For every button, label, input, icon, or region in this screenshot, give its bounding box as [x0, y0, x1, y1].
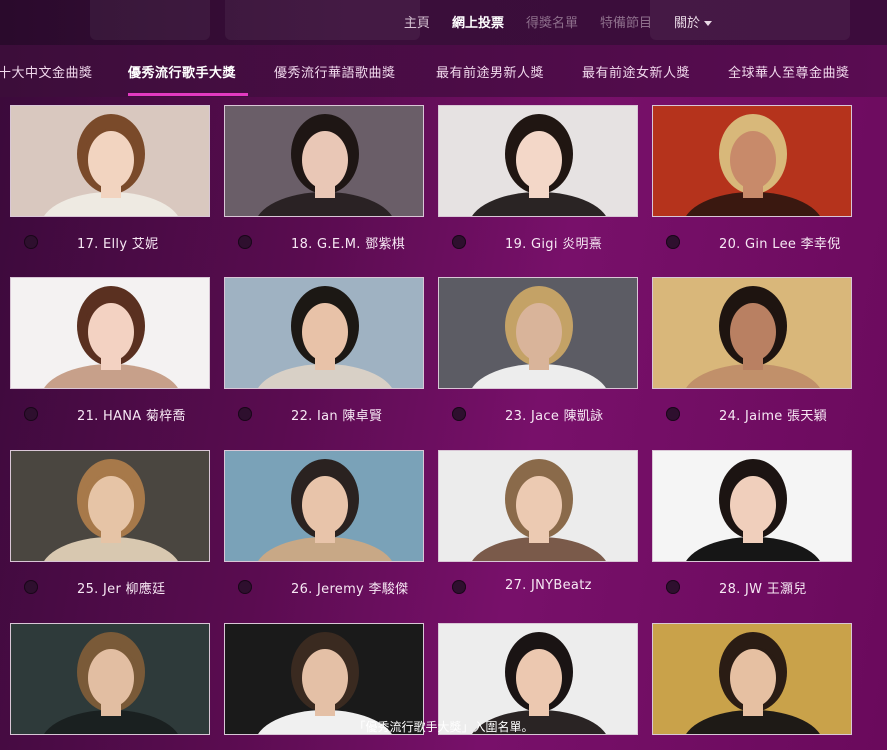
candidate-card[interactable]: 25. Jer 柳應廷 — [10, 450, 210, 597]
vote-radio[interactable] — [666, 235, 680, 249]
candidate-vote-row: 27. JNYBeatz — [438, 578, 648, 598]
candidate-name: 28. JW 王灝兒 — [719, 582, 807, 597]
candidate-card[interactable]: 18. G.E.M. 鄧紫棋 — [224, 105, 424, 252]
nav-winners-link[interactable]: 得獎名單 — [526, 12, 578, 31]
candidate-vote-row: 24. Jaime 張天穎 — [652, 405, 862, 425]
candidate-photo[interactable] — [10, 450, 210, 562]
photo-caption: 「優秀流行歌手大獎」入圍名單。 — [0, 718, 887, 735]
nav-about-label: 關於 — [673, 16, 700, 31]
candidate-name: 21. HANA 菊梓喬 — [77, 409, 186, 424]
tab-global-chinese-song[interactable]: 全球華人至尊金曲獎 — [728, 62, 850, 81]
tab-new-male-artist[interactable]: 最有前途男新人獎 — [436, 62, 544, 81]
active-tab-indicator — [128, 93, 248, 96]
vote-radio[interactable] — [24, 407, 38, 421]
candidate-name: 17. Elly 艾妮 — [77, 237, 159, 252]
candidate-name: 24. Jaime 張天穎 — [719, 409, 827, 424]
vote-radio[interactable] — [666, 407, 680, 421]
candidate-card[interactable]: 23. Jace 陳凱詠 — [438, 277, 638, 424]
candidate-card[interactable]: 19. Gigi 炎明熹 — [438, 105, 638, 252]
main-menu: 主頁 網上投票 得獎名單 特備節目 關於 — [404, 12, 712, 31]
vote-radio[interactable] — [452, 407, 466, 421]
candidate-vote-row: 20. Gin Lee 李幸倪 — [652, 233, 862, 253]
nav-home-link[interactable]: 主頁 — [404, 12, 430, 31]
vote-radio[interactable] — [24, 235, 38, 249]
candidate-photo[interactable] — [438, 450, 638, 562]
nav-vote-link[interactable]: 網上投票 — [452, 12, 504, 31]
candidate-vote-row: 23. Jace 陳凱詠 — [438, 405, 648, 425]
caption-text: 「優秀流行歌手大獎」入圍名單。 — [353, 720, 534, 734]
candidate-photo[interactable] — [652, 105, 852, 217]
vote-radio[interactable] — [666, 580, 680, 594]
candidate-card[interactable]: 24. Jaime 張天穎 — [652, 277, 852, 424]
candidate-vote-row: 26. Jeremy 李駿傑 — [224, 578, 434, 598]
candidate-name: 19. Gigi 炎明熹 — [505, 237, 603, 252]
candidate-photo[interactable] — [652, 277, 852, 389]
candidate-vote-row: 22. Ian 陳卓賢 — [224, 405, 434, 425]
candidate-card[interactable]: 17. Elly 艾妮 — [10, 105, 210, 252]
candidate-photo[interactable] — [652, 450, 852, 562]
header-image-strip — [225, 0, 420, 40]
nav-about-dropdown[interactable]: 關於 — [674, 12, 712, 31]
candidate-photo[interactable] — [224, 105, 424, 217]
candidate-vote-row: 18. G.E.M. 鄧紫棋 — [224, 233, 434, 253]
candidate-photo[interactable] — [438, 105, 638, 217]
top-navigation: 主頁 網上投票 得獎名單 特備節目 關於 — [0, 0, 887, 45]
candidate-card[interactable]: 28. JW 王灝兒 — [652, 450, 852, 597]
candidate-card[interactable]: 22. Ian 陳卓賢 — [224, 277, 424, 424]
vote-radio[interactable] — [452, 235, 466, 249]
candidate-name: 26. Jeremy 李駿傑 — [291, 582, 409, 597]
candidate-photo[interactable] — [438, 277, 638, 389]
candidate-photo[interactable] — [224, 277, 424, 389]
vote-radio[interactable] — [452, 580, 466, 594]
vote-radio[interactable] — [238, 580, 252, 594]
vote-radio[interactable] — [238, 407, 252, 421]
candidate-vote-row: 25. Jer 柳應廷 — [10, 578, 220, 598]
tab-best-singer[interactable]: 優秀流行歌手大獎 — [128, 62, 236, 81]
candidate-name: 27. JNYBeatz — [505, 578, 592, 593]
candidate-name: 22. Ian 陳卓賢 — [291, 409, 383, 424]
candidate-photo[interactable] — [224, 450, 424, 562]
candidate-name: 18. G.E.M. 鄧紫棋 — [291, 237, 406, 252]
tab-best-mandarin-song[interactable]: 優秀流行華語歌曲獎 — [274, 62, 396, 81]
candidate-card[interactable]: 27. JNYBeatz — [438, 450, 638, 594]
candidate-card[interactable]: 26. Jeremy 李駿傑 — [224, 450, 424, 597]
candidate-card[interactable]: 21. HANA 菊梓喬 — [10, 277, 210, 424]
chevron-down-icon — [704, 21, 712, 26]
vote-radio[interactable] — [24, 580, 38, 594]
tab-new-female-artist[interactable]: 最有前途女新人獎 — [582, 62, 690, 81]
candidate-photo[interactable] — [10, 277, 210, 389]
nav-special-link[interactable]: 特備節目 — [600, 12, 652, 31]
category-tabs: 十大中文金曲獎 優秀流行歌手大獎 優秀流行華語歌曲獎 最有前途男新人獎 最有前途… — [0, 45, 887, 97]
candidate-vote-row: 21. HANA 菊梓喬 — [10, 405, 220, 425]
candidate-name: 20. Gin Lee 李幸倪 — [719, 237, 841, 252]
candidate-vote-row: 28. JW 王灝兒 — [652, 578, 862, 598]
candidate-photo[interactable] — [10, 105, 210, 217]
candidate-vote-row: 17. Elly 艾妮 — [10, 233, 220, 253]
candidate-name: 23. Jace 陳凱詠 — [505, 409, 604, 424]
candidate-card[interactable]: 20. Gin Lee 李幸倪 — [652, 105, 852, 252]
candidate-vote-row: 19. Gigi 炎明熹 — [438, 233, 648, 253]
vote-radio[interactable] — [238, 235, 252, 249]
candidate-name: 25. Jer 柳應廷 — [77, 582, 166, 597]
header-image-strip — [90, 0, 210, 40]
tab-top10-songs[interactable]: 十大中文金曲獎 — [0, 62, 93, 81]
